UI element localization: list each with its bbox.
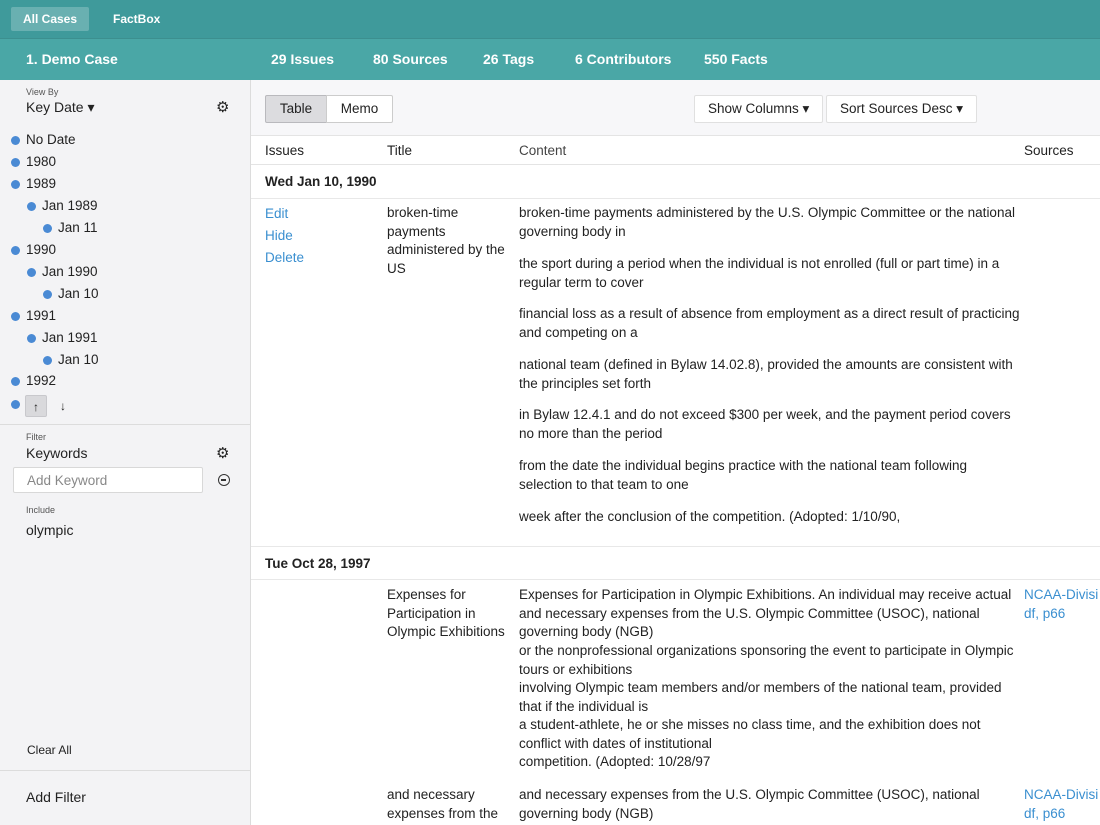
keyword-input[interactable] [13,467,203,493]
edit-link[interactable]: Edit [265,206,288,221]
tree-item[interactable]: 1990 [10,240,56,260]
tree-item[interactable]: No Date [10,130,76,150]
node-dot-icon [27,268,36,277]
node-dot-icon [11,246,20,255]
main-content: Table Memo Show Columns ▾ Sort Sources D… [251,80,1100,825]
tags-count[interactable]: 26 Tags [483,39,534,79]
contributors-count[interactable]: 6 Contributors [575,39,671,79]
sidebar: View By Key Date ▾ ⚙ No Date 1980 1989 J… [0,80,251,825]
include-label: Include [26,505,56,515]
tree-item[interactable]: 1991 [10,306,56,326]
divider [0,424,250,425]
include-keyword[interactable]: olympic [26,522,73,538]
tree-item[interactable]: 1989 [10,174,56,194]
fact-content-line: or the nonprofessional organizations spo… [519,643,1014,677]
tree-item[interactable]: Jan 10 [42,284,99,304]
tree-item[interactable]: 1992 [10,371,56,391]
fact-content-line: competition. (Adopted: 10/28/97 [519,754,711,769]
node-dot-icon [43,224,52,233]
tree-item[interactable]: Jan 1991 [26,328,98,348]
node-dot-icon [11,180,20,189]
gear-icon[interactable]: ⚙ [216,446,229,461]
view-by-select[interactable]: Key Date ▾ [26,99,95,116]
tree-item[interactable]: 1980 [10,152,56,172]
filter-title: Keywords [26,445,88,461]
tree-item[interactable]: Jan 11 [42,218,98,238]
table-header: Issues Title Content Sources [251,136,1100,165]
sources-count[interactable]: 80 Sources [373,39,448,79]
fact-content-paragraph: week after the conclusion of the competi… [519,509,901,524]
node-dot-icon [11,312,20,321]
tab-table[interactable]: Table [265,95,327,123]
hide-link[interactable]: Hide [265,228,293,243]
fact-title: broken-time payments administered by the… [387,205,505,276]
fact-content-line: involving Olympic team members and/or me… [519,680,1002,714]
tab-factbox[interactable]: FactBox [101,7,172,31]
date-group-header: Wed Jan 10, 1990 [251,165,1100,199]
date-group-header: Tue Oct 28, 1997 [251,546,1100,580]
fact-content-line: Expenses for Participation in Olympic Ex… [519,587,1012,639]
node-dot-icon [11,400,20,409]
tab-all-cases[interactable]: All Cases [11,7,90,31]
source-link[interactable]: NCAA-Divisi df, p66 [1024,786,1100,823]
fact-content-paragraph: from the date the individual begins prac… [519,458,968,492]
divider [0,770,250,771]
gear-icon[interactable]: ⚙ [216,100,229,115]
fact-content-paragraph: the sport during a period when the indiv… [519,256,1000,290]
case-name[interactable]: 1. Demo Case [26,39,118,79]
clear-all-button[interactable]: Clear All [27,743,72,757]
node-dot-icon [27,202,36,211]
fact-content-paragraph: in Bylaw 12.4.1 and do not exceed $300 p… [519,407,1011,441]
node-dot-icon [11,136,20,145]
fact-content-paragraph: broken-time payments administered by the… [519,205,1015,239]
move-up-button[interactable]: ↑ [25,395,47,417]
source-link[interactable]: NCAA-Divisi df, p66 [1024,586,1100,623]
fact-title: Expenses for Participation in Olympic Ex… [387,587,505,639]
node-dot-icon [27,334,36,343]
node-dot-icon [11,377,20,386]
column-header-content[interactable]: Content [519,143,566,158]
column-header-issues[interactable]: Issues [265,143,304,158]
node-dot-icon [11,158,20,167]
tab-memo[interactable]: Memo [326,95,393,123]
column-header-title[interactable]: Title [387,143,412,158]
fact-content-paragraph: financial loss as a result of absence fr… [519,306,1020,340]
fact-content-paragraph: national team (defined in Bylaw 14.02.8)… [519,357,1013,391]
add-filter-button[interactable]: Add Filter [26,789,86,805]
show-columns-button[interactable]: Show Columns ▾ [694,95,824,123]
issues-count[interactable]: 29 Issues [271,39,334,79]
view-by-label: View By [26,87,59,97]
tree-item[interactable]: Jan 1990 [26,262,98,282]
node-dot-icon [43,290,52,299]
move-down-button[interactable]: ↓ [52,395,74,417]
toolbar: Table Memo Show Columns ▾ Sort Sources D… [251,80,1100,136]
delete-link[interactable]: Delete [265,250,304,265]
fact-content-line: and necessary expenses from the U.S. Oly… [519,787,980,821]
remove-filter-icon[interactable] [218,474,230,486]
facts-count[interactable]: 550 Facts [704,39,768,79]
sort-sources-button[interactable]: Sort Sources Desc ▾ [826,95,978,123]
fact-title: and necessary expenses from the [387,787,499,821]
fact-content-line: a student-athlete, he or she misses no c… [519,717,981,751]
tree-item[interactable]: Jan 1989 [26,196,98,216]
case-summary-bar: 1. Demo Case 29 Issues 80 Sources 26 Tag… [0,38,1100,80]
node-dot-icon [43,356,52,365]
filter-label: Filter [26,432,46,442]
column-header-sources[interactable]: Sources [1024,143,1074,158]
tree-item[interactable]: Jan 10 [42,350,99,370]
top-nav-bar: All Cases FactBox [0,0,1100,38]
